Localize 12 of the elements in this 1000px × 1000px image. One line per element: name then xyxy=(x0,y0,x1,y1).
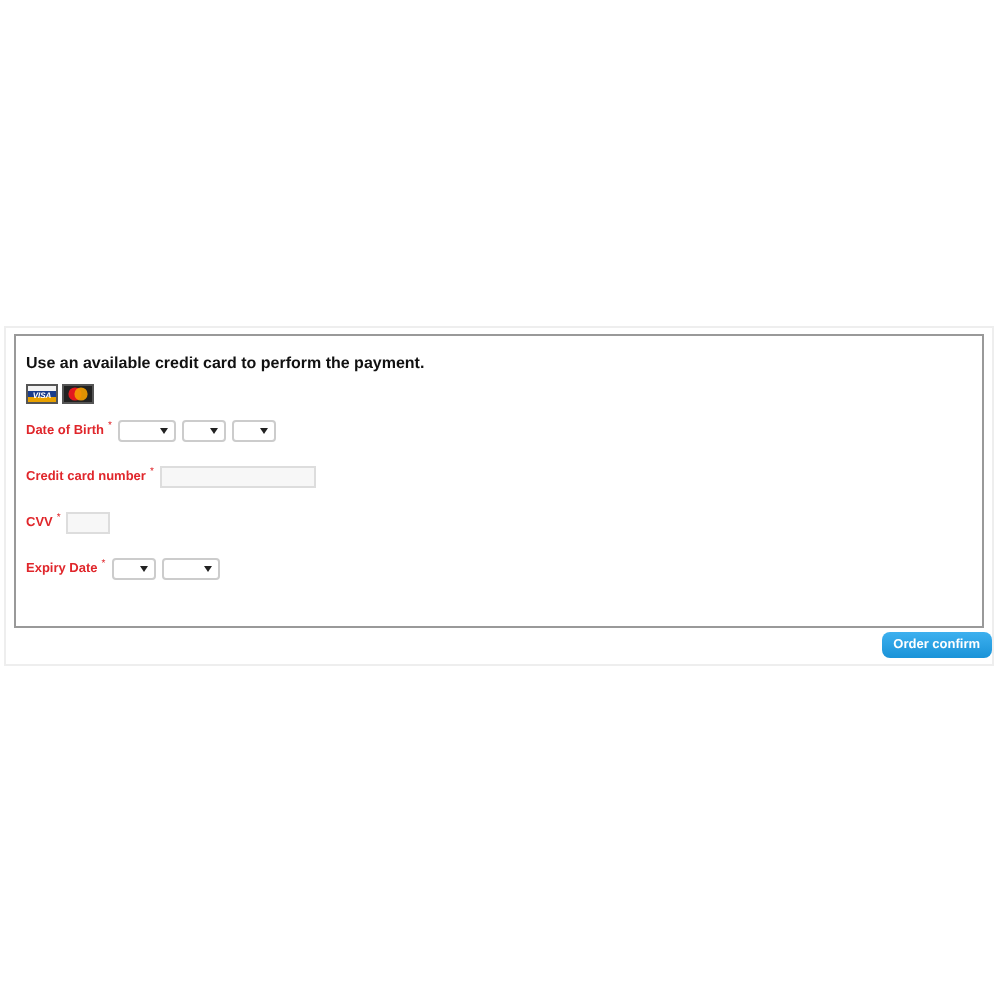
dropdown[interactable] xyxy=(181,420,226,442)
input-field[interactable] xyxy=(159,466,316,488)
caret-icon xyxy=(159,428,168,434)
caret-icon xyxy=(203,566,212,572)
dropdown[interactable] xyxy=(231,420,276,442)
dropdown[interactable] xyxy=(111,558,156,580)
caret-icon xyxy=(209,428,218,434)
mastercard-icon xyxy=(62,384,94,404)
input-field[interactable] xyxy=(66,512,111,534)
caret-icon xyxy=(259,428,268,434)
form-heading: Use an available credit card to perform the payment. xyxy=(26,354,427,372)
caret-icon xyxy=(139,566,148,572)
